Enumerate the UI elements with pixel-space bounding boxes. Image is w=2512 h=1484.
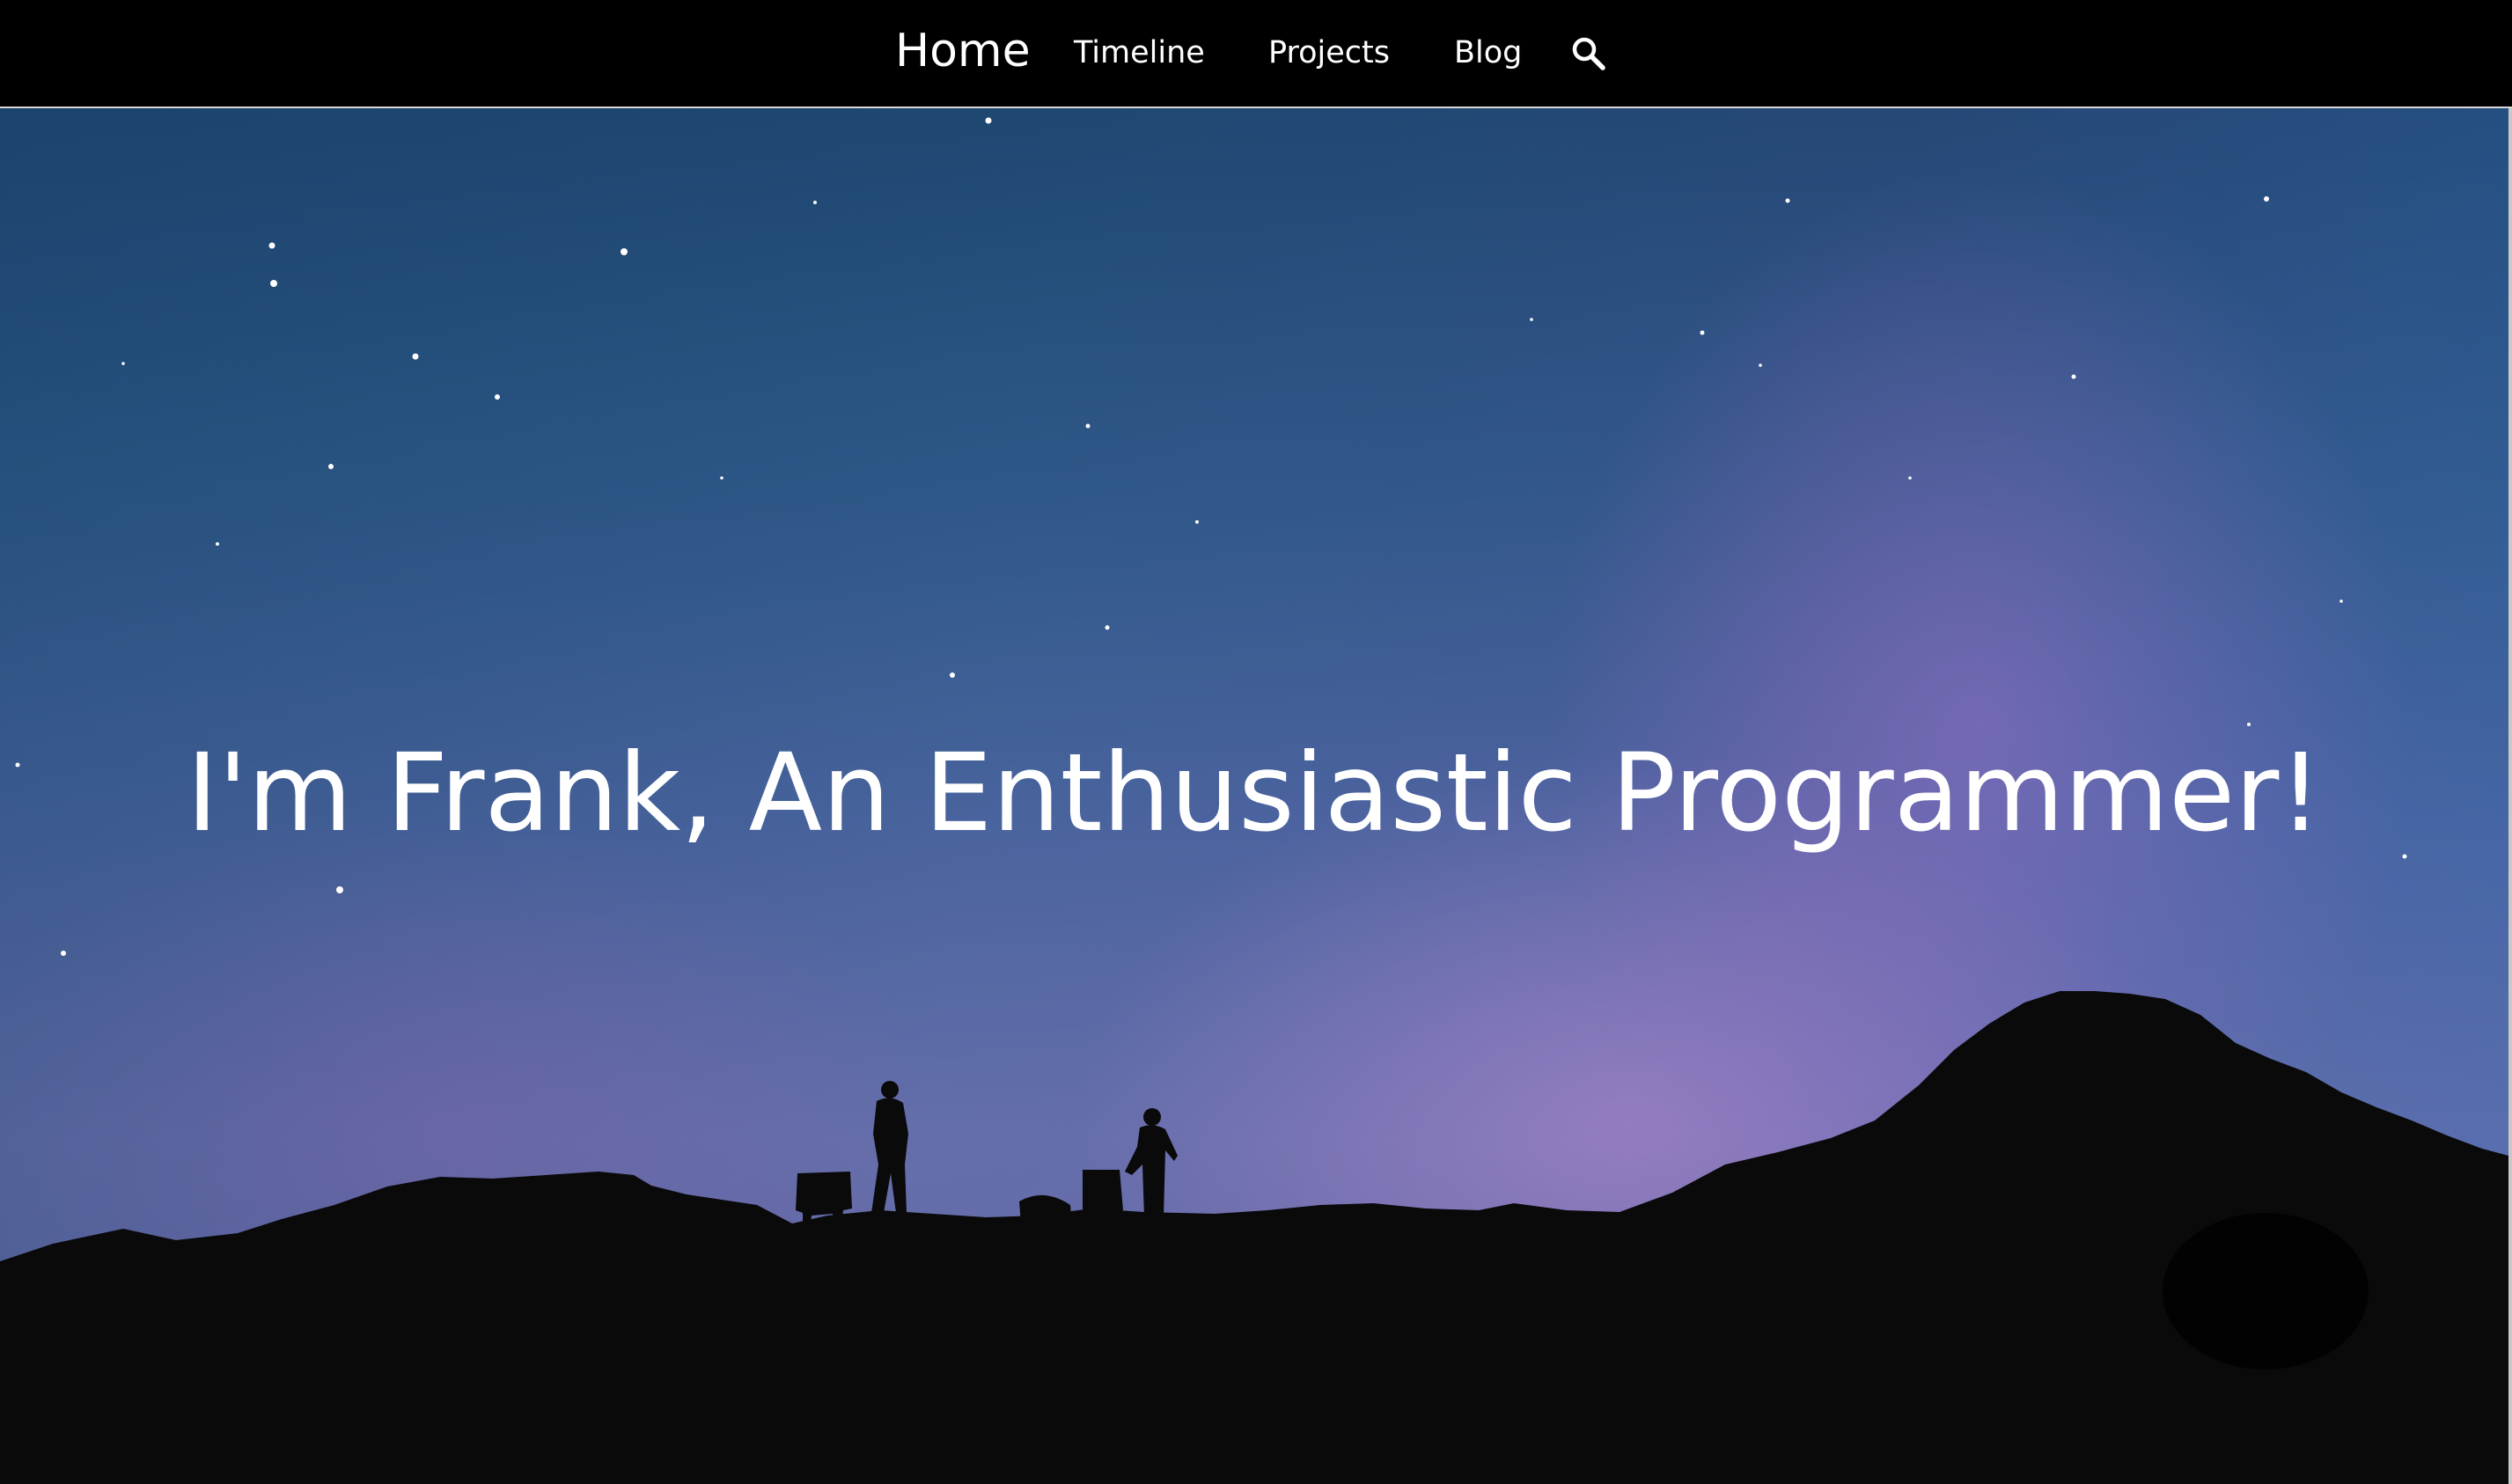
search-icon — [1572, 37, 1605, 70]
search-button[interactable] — [1570, 35, 1607, 72]
top-navbar: Home Timeline Projects Blog — [0, 0, 2512, 108]
nav-home-link[interactable]: Home — [895, 23, 1031, 79]
hero-title: I'm Frank, An Enthusiastic Programmer! — [186, 731, 2323, 856]
mountain-silhouette — [0, 991, 2508, 1484]
nav-projects-link[interactable]: Projects — [1268, 33, 1390, 72]
nav-timeline-link[interactable]: Timeline — [1074, 33, 1205, 72]
hero-section: I'm Frank, An Enthusiastic Programmer! — [0, 108, 2508, 1484]
page-scrollbar-edge — [2508, 0, 2512, 1484]
chat-bubble-icon[interactable] — [2163, 1213, 2369, 1370]
nav-blog-link[interactable]: Blog — [1454, 33, 1522, 72]
